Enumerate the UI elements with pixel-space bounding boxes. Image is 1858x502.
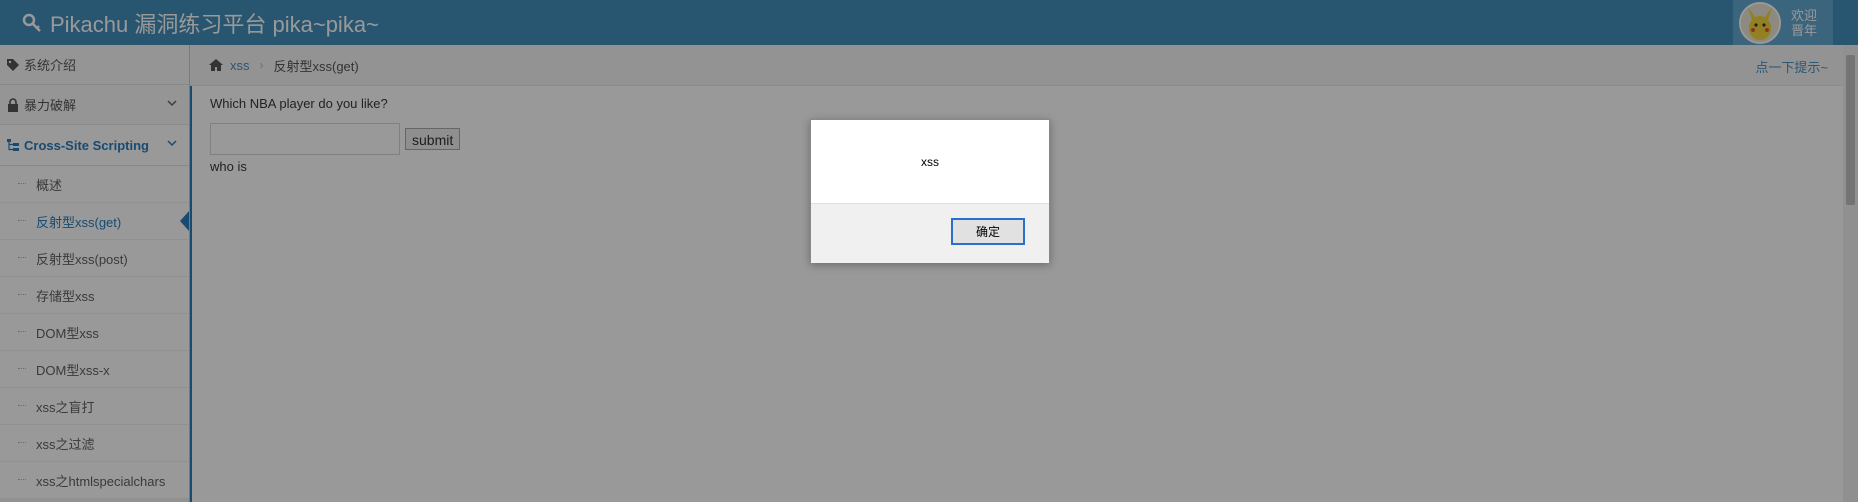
alert-dialog: xss 确定 (810, 119, 1050, 263)
alert-footer: 确定 (811, 203, 1049, 263)
ok-button[interactable]: 确定 (951, 218, 1025, 245)
alert-message: xss (921, 154, 939, 169)
